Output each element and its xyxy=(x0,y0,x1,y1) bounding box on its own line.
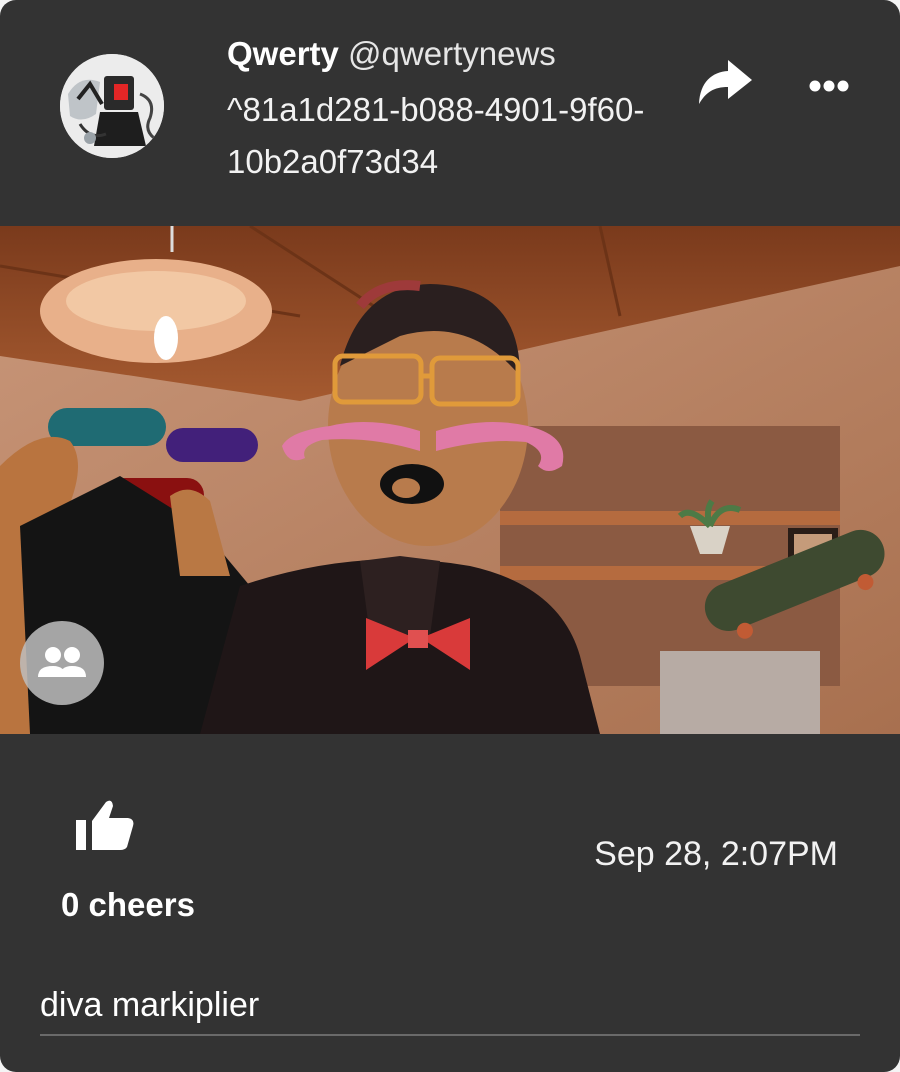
cheer-button[interactable] xyxy=(72,796,138,856)
people-group-icon xyxy=(38,647,86,677)
share-arrow-icon xyxy=(699,60,752,104)
divider xyxy=(40,1034,860,1036)
user-name[interactable]: Qwerty xyxy=(227,35,339,72)
post-card: Qwerty @qwertynews ^81a1d281-b088-4901-9… xyxy=(0,0,900,1072)
thumbs-up-icon xyxy=(76,800,134,850)
more-options-button[interactable] xyxy=(800,68,858,104)
photo-scene xyxy=(0,226,900,734)
avatar-image xyxy=(60,54,164,158)
post-timestamp: Sep 28, 2:07PM xyxy=(594,835,838,873)
user-handle[interactable]: @qwertynews xyxy=(348,35,556,72)
post-caption: diva markiplier xyxy=(40,986,260,1024)
post-id: ^81a1d281-b088-4901-9f60-10b2a0f73d34 xyxy=(227,91,645,180)
tagged-people-button[interactable] xyxy=(20,621,104,705)
user-avatar[interactable] xyxy=(60,54,164,158)
cheers-count[interactable]: 0 cheers xyxy=(61,884,195,926)
share-button[interactable] xyxy=(694,58,756,114)
post-photo[interactable] xyxy=(0,226,900,734)
more-dots-icon xyxy=(809,80,849,92)
user-line: Qwerty @qwertynews xyxy=(227,34,556,74)
